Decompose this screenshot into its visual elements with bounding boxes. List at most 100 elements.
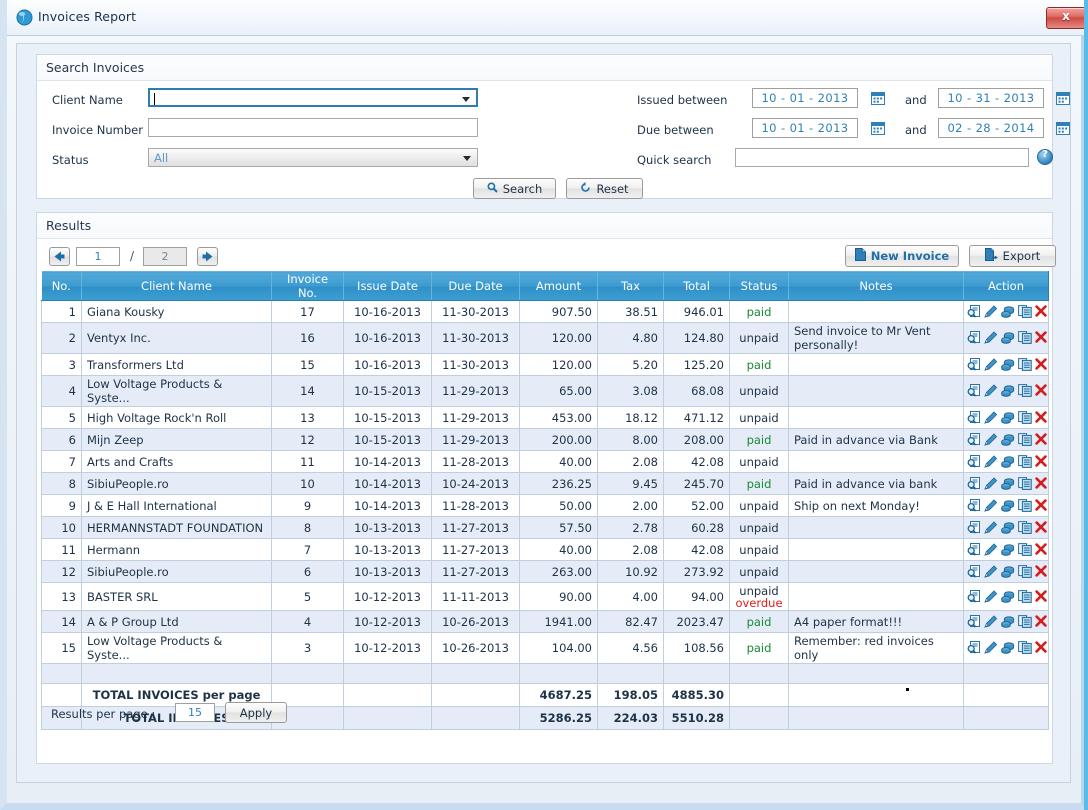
table-row[interactable]: 13BASTER SRL510-12-201311-11-201390.004.… <box>42 583 1049 611</box>
edit-icon[interactable] <box>984 615 998 629</box>
payment-icon[interactable] <box>1001 565 1015 579</box>
help-icon[interactable]: ? <box>1037 149 1053 165</box>
duplicate-icon[interactable] <box>1018 305 1032 319</box>
preview-icon[interactable] <box>967 358 981 372</box>
results-per-page-input[interactable]: 15 <box>175 703 215 722</box>
delete-icon[interactable] <box>1035 641 1049 655</box>
calendar-icon[interactable] <box>871 120 885 134</box>
preview-icon[interactable] <box>967 411 981 425</box>
table-row[interactable]: 9J & E Hall International910-14-201311-2… <box>42 495 1049 517</box>
edit-icon[interactable] <box>984 641 998 655</box>
reset-button[interactable]: Reset <box>566 178 643 199</box>
table-row[interactable]: 11Hermann710-13-201311-27-201340.002.084… <box>42 539 1049 561</box>
column-header-due-date[interactable]: Due Date <box>432 272 520 301</box>
payment-icon[interactable] <box>1001 455 1015 469</box>
delete-icon[interactable] <box>1035 477 1049 491</box>
delete-icon[interactable] <box>1035 305 1049 319</box>
table-row[interactable]: 8SibiuPeople.ro1010-14-201310-24-2013236… <box>42 473 1049 495</box>
delete-icon[interactable] <box>1035 331 1049 345</box>
delete-icon[interactable] <box>1035 521 1049 535</box>
status-combo[interactable]: All <box>148 148 478 167</box>
column-header-total[interactable]: Total <box>664 272 730 301</box>
preview-icon[interactable] <box>967 305 981 319</box>
duplicate-icon[interactable] <box>1018 641 1032 655</box>
preview-icon[interactable] <box>967 565 981 579</box>
table-row[interactable]: 15Low Voltage Products & Syste...310-12-… <box>42 633 1049 664</box>
calendar-icon[interactable] <box>1056 90 1070 104</box>
issued-to-input[interactable]: 10 - 31 - 2013 <box>938 88 1044 108</box>
new-invoice-button[interactable]: New Invoice <box>845 245 959 267</box>
preview-icon[interactable] <box>967 384 981 398</box>
edit-icon[interactable] <box>984 331 998 345</box>
due-to-input[interactable]: 02 - 28 - 2014 <box>938 118 1044 138</box>
edit-icon[interactable] <box>984 499 998 513</box>
column-header-invoice-no[interactable]: Invoice No. <box>272 272 344 301</box>
column-header-action[interactable]: Action <box>964 272 1049 301</box>
payment-icon[interactable] <box>1001 433 1015 447</box>
preview-icon[interactable] <box>967 641 981 655</box>
previous-page-button[interactable] <box>49 247 70 266</box>
issued-from-input[interactable]: 10 - 01 - 2013 <box>752 88 858 108</box>
column-header-no[interactable]: No. <box>42 272 82 301</box>
close-button[interactable]: x <box>1046 7 1086 29</box>
delete-icon[interactable] <box>1035 384 1049 398</box>
edit-icon[interactable] <box>984 565 998 579</box>
duplicate-icon[interactable] <box>1018 358 1032 372</box>
duplicate-icon[interactable] <box>1018 565 1032 579</box>
due-from-input[interactable]: 10 - 01 - 2013 <box>752 118 858 138</box>
duplicate-icon[interactable] <box>1018 331 1032 345</box>
next-page-button[interactable] <box>197 247 218 266</box>
duplicate-icon[interactable] <box>1018 433 1032 447</box>
payment-icon[interactable] <box>1001 590 1015 604</box>
preview-icon[interactable] <box>967 455 981 469</box>
duplicate-icon[interactable] <box>1018 543 1032 557</box>
client-name-combo[interactable] <box>148 88 478 107</box>
duplicate-icon[interactable] <box>1018 455 1032 469</box>
payment-icon[interactable] <box>1001 499 1015 513</box>
edit-icon[interactable] <box>984 433 998 447</box>
delete-icon[interactable] <box>1035 499 1049 513</box>
duplicate-icon[interactable] <box>1018 477 1032 491</box>
edit-icon[interactable] <box>984 590 998 604</box>
duplicate-icon[interactable] <box>1018 499 1032 513</box>
table-row[interactable]: 14A & P Group Ltd410-12-201310-26-201319… <box>42 611 1049 633</box>
preview-icon[interactable] <box>967 433 981 447</box>
column-header-issue-date[interactable]: Issue Date <box>344 272 432 301</box>
search-button[interactable]: Search <box>473 178 556 199</box>
column-header-notes[interactable]: Notes <box>789 272 964 301</box>
calendar-icon[interactable] <box>1056 120 1070 134</box>
payment-icon[interactable] <box>1001 411 1015 425</box>
payment-icon[interactable] <box>1001 331 1015 345</box>
quick-search-input[interactable] <box>735 148 1029 167</box>
table-row[interactable]: 4Low Voltage Products & Syste...1410-15-… <box>42 376 1049 407</box>
column-header-amount[interactable]: Amount <box>520 272 598 301</box>
current-page-input[interactable]: 1 <box>76 247 120 266</box>
delete-icon[interactable] <box>1035 358 1049 372</box>
edit-icon[interactable] <box>984 543 998 557</box>
payment-icon[interactable] <box>1001 477 1015 491</box>
table-row[interactable]: 7Arts and Crafts1110-14-201311-28-201340… <box>42 451 1049 473</box>
export-button[interactable]: Export <box>969 245 1056 267</box>
preview-icon[interactable] <box>967 521 981 535</box>
preview-icon[interactable] <box>967 590 981 604</box>
delete-icon[interactable] <box>1035 565 1049 579</box>
table-row[interactable]: 6Mijn Zeep1210-15-201311-29-2013200.008.… <box>42 429 1049 451</box>
column-header-status[interactable]: Status <box>730 272 789 301</box>
edit-icon[interactable] <box>984 358 998 372</box>
edit-icon[interactable] <box>984 477 998 491</box>
delete-icon[interactable] <box>1035 543 1049 557</box>
edit-icon[interactable] <box>984 411 998 425</box>
table-row[interactable]: 1Giana Kousky1710-16-201311-30-2013907.5… <box>42 301 1049 323</box>
duplicate-icon[interactable] <box>1018 411 1032 425</box>
delete-icon[interactable] <box>1035 590 1049 604</box>
table-row[interactable]: 5High Voltage Rock'n Roll1310-15-201311-… <box>42 407 1049 429</box>
column-header-tax[interactable]: Tax <box>598 272 664 301</box>
duplicate-icon[interactable] <box>1018 384 1032 398</box>
delete-icon[interactable] <box>1035 455 1049 469</box>
calendar-icon[interactable] <box>871 90 885 104</box>
edit-icon[interactable] <box>984 455 998 469</box>
table-row[interactable]: 2Ventyx Inc.1610-16-201311-30-2013120.00… <box>42 323 1049 354</box>
duplicate-icon[interactable] <box>1018 521 1032 535</box>
preview-icon[interactable] <box>967 331 981 345</box>
preview-icon[interactable] <box>967 543 981 557</box>
